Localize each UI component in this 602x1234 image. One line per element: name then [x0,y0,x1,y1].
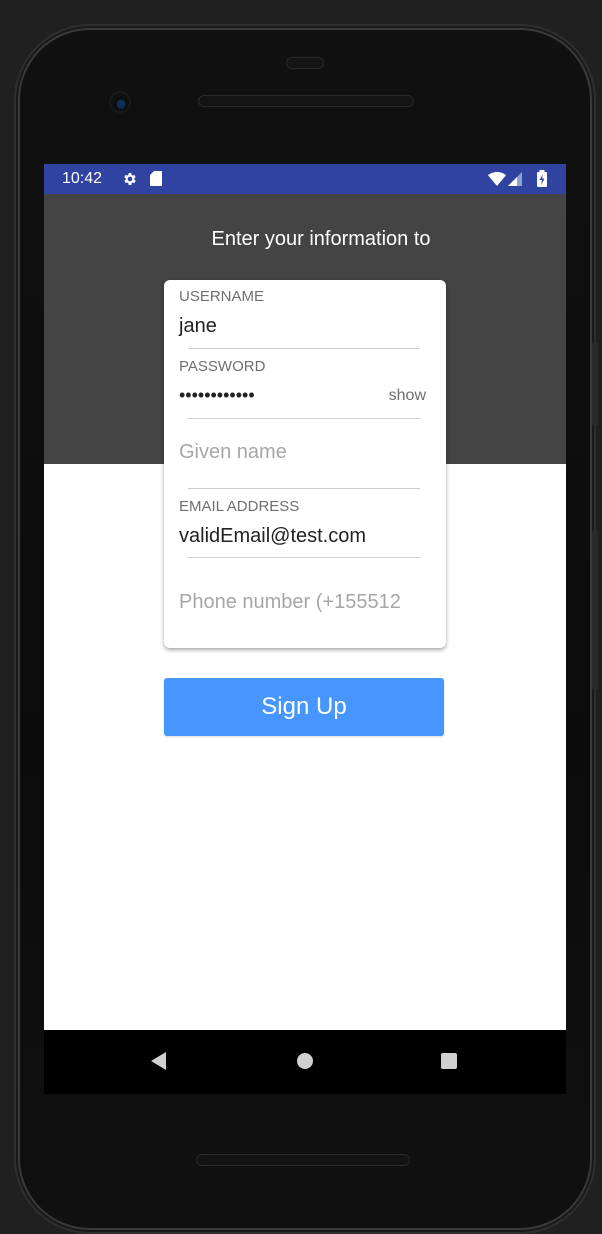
email-label: EMAIL ADDRESS [179,498,300,515]
phone-device: 10:42 Enter your information to USERNAME… [20,30,598,1228]
status-time: 10:42 [62,170,103,187]
volume-button [592,530,598,690]
sign-up-button[interactable]: Sign Up [164,678,444,736]
status-bar: 10:42 [44,164,566,194]
given-name-field[interactable]: Given name [179,440,445,464]
top-speaker-grille [198,95,414,107]
phone-number-field[interactable]: Phone number (+155512 [179,590,445,614]
email-field[interactable]: validEmail@test.com [179,524,366,548]
settings-gear-icon [124,173,136,185]
front-camera-icon [109,91,131,113]
bottom-speaker-grille [196,1154,410,1166]
home-icon[interactable] [294,1050,316,1072]
password-field[interactable]: •••••••••••• [179,384,255,406]
back-icon[interactable] [148,1050,170,1072]
page-title: Enter your information to [211,228,431,250]
password-underline [188,418,420,419]
app-screen: 10:42 Enter your information to USERNAME… [44,164,566,1030]
cell-signal-icon [508,172,522,186]
recent-apps-icon[interactable] [438,1050,460,1072]
given-name-underline [188,488,420,489]
email-underline [188,557,420,558]
password-label: PASSWORD [179,358,266,375]
wifi-icon [488,172,506,186]
show-password-toggle[interactable]: show [389,386,426,406]
power-button [592,342,598,426]
username-label: USERNAME [179,288,265,305]
battery-charging-icon [537,170,547,187]
username-field[interactable]: jane [179,314,217,338]
sd-card-icon [150,171,162,186]
username-underline [188,348,420,349]
android-nav-bar [44,1030,566,1094]
signup-form-card: USERNAME jane PASSWORD •••••••••••• show… [164,280,446,648]
earpiece-speaker [286,57,324,69]
